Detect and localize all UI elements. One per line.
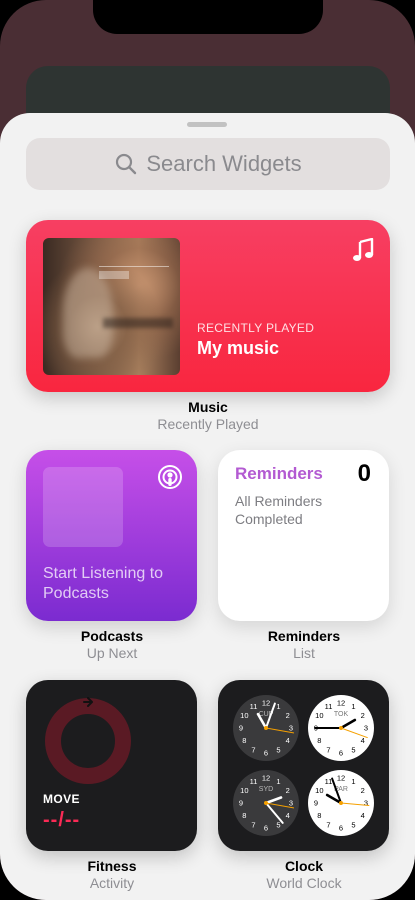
clock-numeral: 3 [364, 724, 368, 733]
music-caption: Music Recently Played [122, 399, 294, 433]
clock-numeral: 4 [286, 736, 290, 745]
clock-numeral: 4 [361, 811, 365, 820]
music-widget[interactable]: RECENTLY PLAYED My music [26, 220, 390, 392]
search-icon [116, 153, 137, 175]
music-widget-title: My music [197, 338, 280, 358]
clock-numeral: 6 [339, 824, 343, 833]
album-artwork [43, 238, 180, 375]
clock-numeral: 3 [364, 799, 368, 808]
clock-numeral: 6 [264, 749, 268, 758]
search-widgets-field[interactable]: Search Widgets [26, 138, 390, 190]
clock-numeral: 12 [262, 699, 270, 708]
clock-city-label: SYD [259, 786, 273, 793]
clock-numeral: 1 [351, 777, 355, 786]
clock-numeral: 11 [250, 702, 258, 711]
clock-numeral: 8 [317, 736, 321, 745]
phone-screen: Search Widgets RECENTLY PLAYED My music … [0, 0, 415, 900]
reminders-status-text: All Reminders Completed [235, 493, 323, 527]
clock-numeral: 4 [361, 736, 365, 745]
clock-numeral: 4 [286, 811, 290, 820]
clock-numeral: 5 [276, 745, 280, 754]
clock-numeral: 1 [276, 777, 280, 786]
music-note-icon [353, 238, 374, 261]
clock-numeral: 12 [262, 774, 270, 783]
clock-numeral: 11 [325, 702, 333, 711]
clock-numeral: 7 [251, 745, 255, 754]
reminders-widget-subtitle: List [293, 645, 315, 661]
clock-numeral: 12 [337, 699, 345, 708]
clock-numeral: 6 [339, 749, 343, 758]
clock-numeral: 1 [276, 702, 280, 711]
clock-numeral: 8 [317, 811, 321, 820]
reminders-widget-name: Reminders [267, 628, 341, 644]
reminders-widget-title: Reminders [235, 464, 323, 483]
podcast-artwork-placeholder [43, 467, 123, 547]
clock-numeral: 9 [239, 799, 243, 808]
move-value: --/-- [43, 809, 81, 831]
reminders-widget[interactable]: Reminders 0 All Reminders Completed [218, 450, 389, 621]
clock-numeral: 10 [315, 711, 323, 720]
clock-numeral: 8 [242, 736, 246, 745]
clock-numeral: 5 [351, 745, 355, 754]
sheet-grabber[interactable] [187, 122, 227, 127]
clock-numeral: 10 [240, 711, 248, 720]
podcasts-caption: Podcasts Up Next [26, 628, 198, 662]
podcasts-widget[interactable]: Start Listening to Podcasts [26, 450, 197, 621]
podcasts-widget-name: Podcasts [80, 628, 144, 644]
clock-numeral: 2 [286, 786, 290, 795]
clock-numeral: 10 [315, 786, 323, 795]
fitness-widget-name: Fitness [87, 858, 137, 874]
podcasts-icon [158, 465, 182, 489]
clock-city-label: TOK [334, 711, 349, 718]
notch [93, 0, 323, 34]
clock-numeral: 2 [361, 786, 365, 795]
clock-numeral: 8 [242, 811, 246, 820]
clock-numeral: 7 [251, 820, 255, 829]
reminders-caption: Reminders List [218, 628, 390, 662]
search-placeholder: Search Widgets [146, 151, 302, 176]
activity-ring-icon [45, 697, 131, 784]
clock-numeral: 6 [264, 824, 268, 833]
clock-numeral: 2 [361, 711, 365, 720]
clock-numeral: 7 [326, 820, 330, 829]
clock-caption: Clock World Clock [218, 858, 390, 892]
clock-numeral: 7 [326, 745, 330, 754]
clock-numeral: 1 [351, 702, 355, 711]
clock-numeral: 3 [289, 724, 293, 733]
widget-gallery-sheet: Search Widgets RECENTLY PLAYED My music … [0, 113, 415, 900]
clock-numeral: 5 [351, 820, 355, 829]
clock-numeral: 11 [250, 777, 258, 786]
clock-widget[interactable]: 123456789101112CUP123456789101112TOK1234… [218, 680, 389, 851]
clock-numeral: 12 [337, 774, 345, 783]
podcasts-widget-subtitle: Up Next [86, 645, 138, 661]
fitness-caption: Fitness Activity [26, 858, 198, 892]
clock-numeral: 9 [314, 799, 318, 808]
music-widget-name: Music [188, 399, 228, 415]
fitness-widget-subtitle: Activity [89, 875, 135, 891]
move-label: MOVE [43, 792, 80, 806]
clock-widget-subtitle: World Clock [266, 875, 342, 891]
clock-numeral: 9 [239, 724, 243, 733]
clock-numeral: 2 [286, 711, 290, 720]
fitness-widget[interactable]: MOVE --/-- [26, 680, 197, 851]
clock-widget-name: Clock [284, 858, 324, 874]
music-widget-subtitle: Recently Played [157, 416, 259, 432]
clock-numeral: 10 [240, 786, 248, 795]
clock-numeral: 5 [276, 820, 280, 829]
world-clock-faces: 123456789101112CUP123456789101112TOK1234… [233, 695, 374, 836]
clock-numeral: 3 [289, 799, 293, 808]
music-widget-label: RECENTLY PLAYED [197, 321, 315, 335]
reminders-count: 0 [357, 460, 371, 487]
podcasts-widget-text: Start Listening to Podcasts [43, 565, 164, 602]
